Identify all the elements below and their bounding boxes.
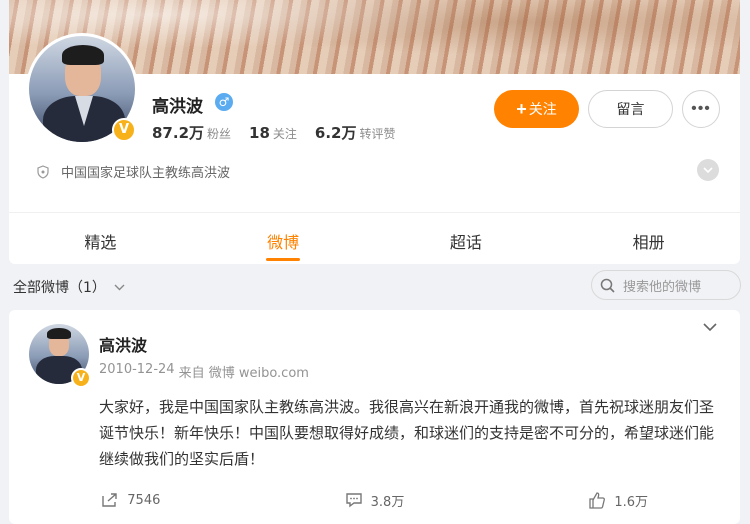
filter-bar: 全部微博（1） 搜索他的微博 [0, 270, 750, 302]
post-meta: 2010-12-24 来自 微博 weibo.com [99, 362, 309, 381]
repost-button[interactable]: 7546 [9, 484, 253, 516]
tab-weibo[interactable]: 微博 [192, 213, 375, 264]
chevron-down-icon [703, 167, 713, 173]
tab-album[interactable]: 相册 [557, 213, 740, 264]
verified-badge-icon: V [112, 118, 136, 142]
chevron-down-icon [114, 284, 125, 290]
post-actions: 7546 3.8万 1.6万 [9, 484, 740, 516]
like-button[interactable]: 1.6万 [496, 484, 740, 516]
more-options-button[interactable]: ••• [682, 90, 720, 128]
male-icon: ♂ [215, 93, 233, 111]
tab-super-topic[interactable]: 超话 [375, 213, 558, 264]
repost-icon [102, 493, 117, 507]
plus-icon: + [516, 98, 527, 119]
shield-icon [37, 164, 49, 179]
post-author[interactable]: 高洪波 [99, 332, 147, 356]
following-stat[interactable]: 18 关注 [249, 124, 297, 142]
thumbs-up-icon [589, 491, 606, 509]
all-weibo-filter[interactable]: 全部微博（1） [13, 277, 125, 297]
chevron-down-icon[interactable] [702, 322, 718, 332]
comment-button[interactable]: 3.8万 [253, 484, 497, 516]
profile-name: 高洪波 [152, 97, 203, 117]
verified-badge-icon: V [71, 368, 91, 388]
comment-icon [345, 493, 362, 508]
post-date[interactable]: 2010-12-24 [99, 362, 175, 381]
fans-stat[interactable]: 87.2万 粉丝 [152, 122, 231, 143]
profile-description: 中国国家足球队主教练高洪波 [37, 162, 230, 181]
post-source: 来自 微博 weibo.com [178, 366, 309, 381]
follow-button[interactable]: + 关注 [494, 90, 579, 128]
search-input[interactable]: 搜索他的微博 [591, 270, 741, 300]
profile-stats: 87.2万 粉丝 18 关注 6.2万 转评赞 [152, 122, 414, 143]
profile-card: V 高洪波 ♂ 87.2万 粉丝 18 关注 6.2万 转评赞 + 关注 留言 ••• … [9, 0, 740, 264]
post-card: V 高洪波 2010-12-24 来自 微博 weibo.com 大家好，我是中… [9, 310, 740, 524]
profile-tabs: 精选 微博 超话 相册 [9, 212, 740, 264]
search-icon [600, 278, 615, 293]
interactions-stat: 6.2万 转评赞 [314, 124, 396, 142]
tab-featured[interactable]: 精选 [9, 213, 192, 264]
message-button[interactable]: 留言 [588, 90, 673, 128]
expand-profile-button[interactable] [697, 159, 719, 181]
post-text: 大家好，我是中国国家队主教练高洪波。我很高兴在新浪开通我的微博，首先祝球迷朋友们… [99, 398, 715, 468]
